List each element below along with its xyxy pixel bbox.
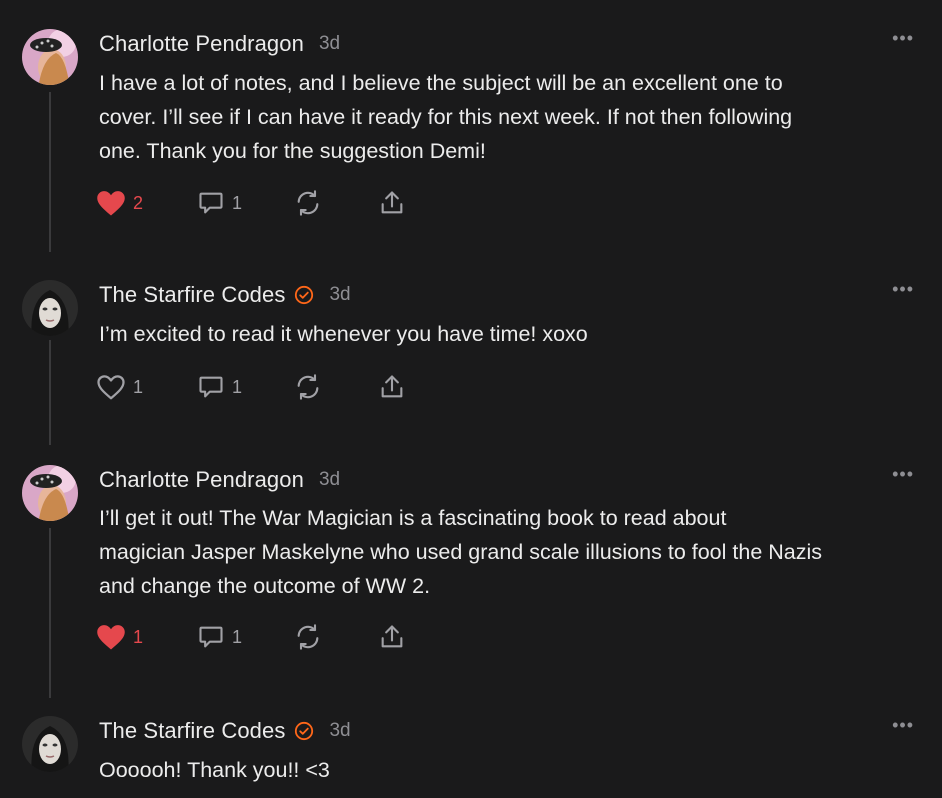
comment-text-line: I have a lot of notes, and I believe the… [99,71,783,95]
action-bar: 2 1 [96,187,406,219]
share-button[interactable] [378,189,406,217]
author-name[interactable]: Charlotte Pendragon [99,31,304,57]
comment: Charlotte Pendragon 3d ••• I’ll get it o… [0,465,942,665]
comment-text-line: and change the outcome of WW 2. [99,574,431,598]
reply-count: 1 [232,192,243,213]
comment: Charlotte Pendragon 3d ••• I have a lot … [0,29,942,229]
like-button[interactable]: 1 [96,623,143,651]
reply-count: 1 [232,626,243,647]
comment-bubble-icon [199,626,223,648]
reply-count: 1 [232,376,243,397]
comment-bubble-icon [199,192,223,214]
comment-text-line: Oooooh! Thank you!! <3 [99,758,330,782]
avatar-starfire[interactable] [22,716,78,772]
avatar-starfire[interactable] [22,280,78,336]
restack-button[interactable] [294,373,322,401]
share-icon [381,375,403,398]
more-dots-icon[interactable]: ••• [892,280,914,298]
avatar-charlotte[interactable] [22,29,78,85]
comment-text-line: magician Jasper Maskelyne who used grand… [99,540,823,564]
avatar-charlotte[interactable] [22,465,78,521]
comment: The Starfire Codes 3d ••• Oooooh! Thank … [0,716,942,798]
more-dots-icon[interactable]: ••• [892,29,914,47]
author-name[interactable]: The Starfire Codes [99,718,285,744]
comment-text: Oooooh! Thank you!! <3 [99,753,929,787]
like-count: 1 [133,626,144,647]
comment-text: I’m excited to read it whenever you have… [99,317,929,351]
comment-header: The Starfire Codes 3d [99,280,351,310]
like-button[interactable]: 2 [96,189,143,217]
timestamp[interactable]: 3d [319,469,340,491]
comment-header: Charlotte Pendragon 3d [99,29,340,59]
restack-icon [297,190,319,216]
comment-text-line: one. Thank you for the suggestion Demi! [99,139,486,163]
author-name[interactable]: Charlotte Pendragon [99,467,304,493]
heart-icon [97,625,125,650]
verified-badge-icon [294,285,314,305]
share-button[interactable] [378,623,406,651]
comment-text-line: I’m excited to read it whenever you have… [99,322,588,346]
comment-header: The Starfire Codes 3d [99,716,351,746]
heart-icon [97,191,125,216]
author-name[interactable]: The Starfire Codes [99,282,285,308]
restack-icon [297,624,319,650]
action-bar: 1 1 [96,371,406,403]
comment-text-line: I’ll get it out! The War Magician is a f… [99,506,727,530]
restack-button[interactable] [294,623,322,651]
more-dots-icon[interactable]: ••• [892,716,914,734]
comment-text: I’ll get it out! The War Magician is a f… [99,501,929,603]
timestamp[interactable]: 3d [319,33,340,55]
like-button[interactable]: 1 [96,373,143,401]
like-count: 1 [133,376,144,397]
comment-text: I have a lot of notes, and I believe the… [99,66,929,168]
comment: The Starfire Codes 3d ••• I’m excited to… [0,280,942,410]
share-icon [381,625,403,648]
comment-header: Charlotte Pendragon 3d [99,465,340,495]
restack-icon [297,374,319,400]
reply-button[interactable]: 1 [197,189,242,217]
comment-bubble-icon [199,376,223,398]
timestamp[interactable]: 3d [329,720,350,742]
heart-icon [97,375,125,400]
share-button[interactable] [378,373,406,401]
restack-button[interactable] [294,189,322,217]
action-bar: 1 1 [96,621,406,653]
reply-button[interactable]: 1 [197,623,242,651]
verified-badge-icon [294,721,314,741]
more-dots-icon[interactable]: ••• [892,465,914,483]
timestamp[interactable]: 3d [329,284,350,306]
comment-text-line: cover. I’ll see if I can have it ready f… [99,105,793,129]
share-icon [381,191,403,214]
reply-button[interactable]: 1 [197,373,242,401]
like-count: 2 [133,192,144,213]
